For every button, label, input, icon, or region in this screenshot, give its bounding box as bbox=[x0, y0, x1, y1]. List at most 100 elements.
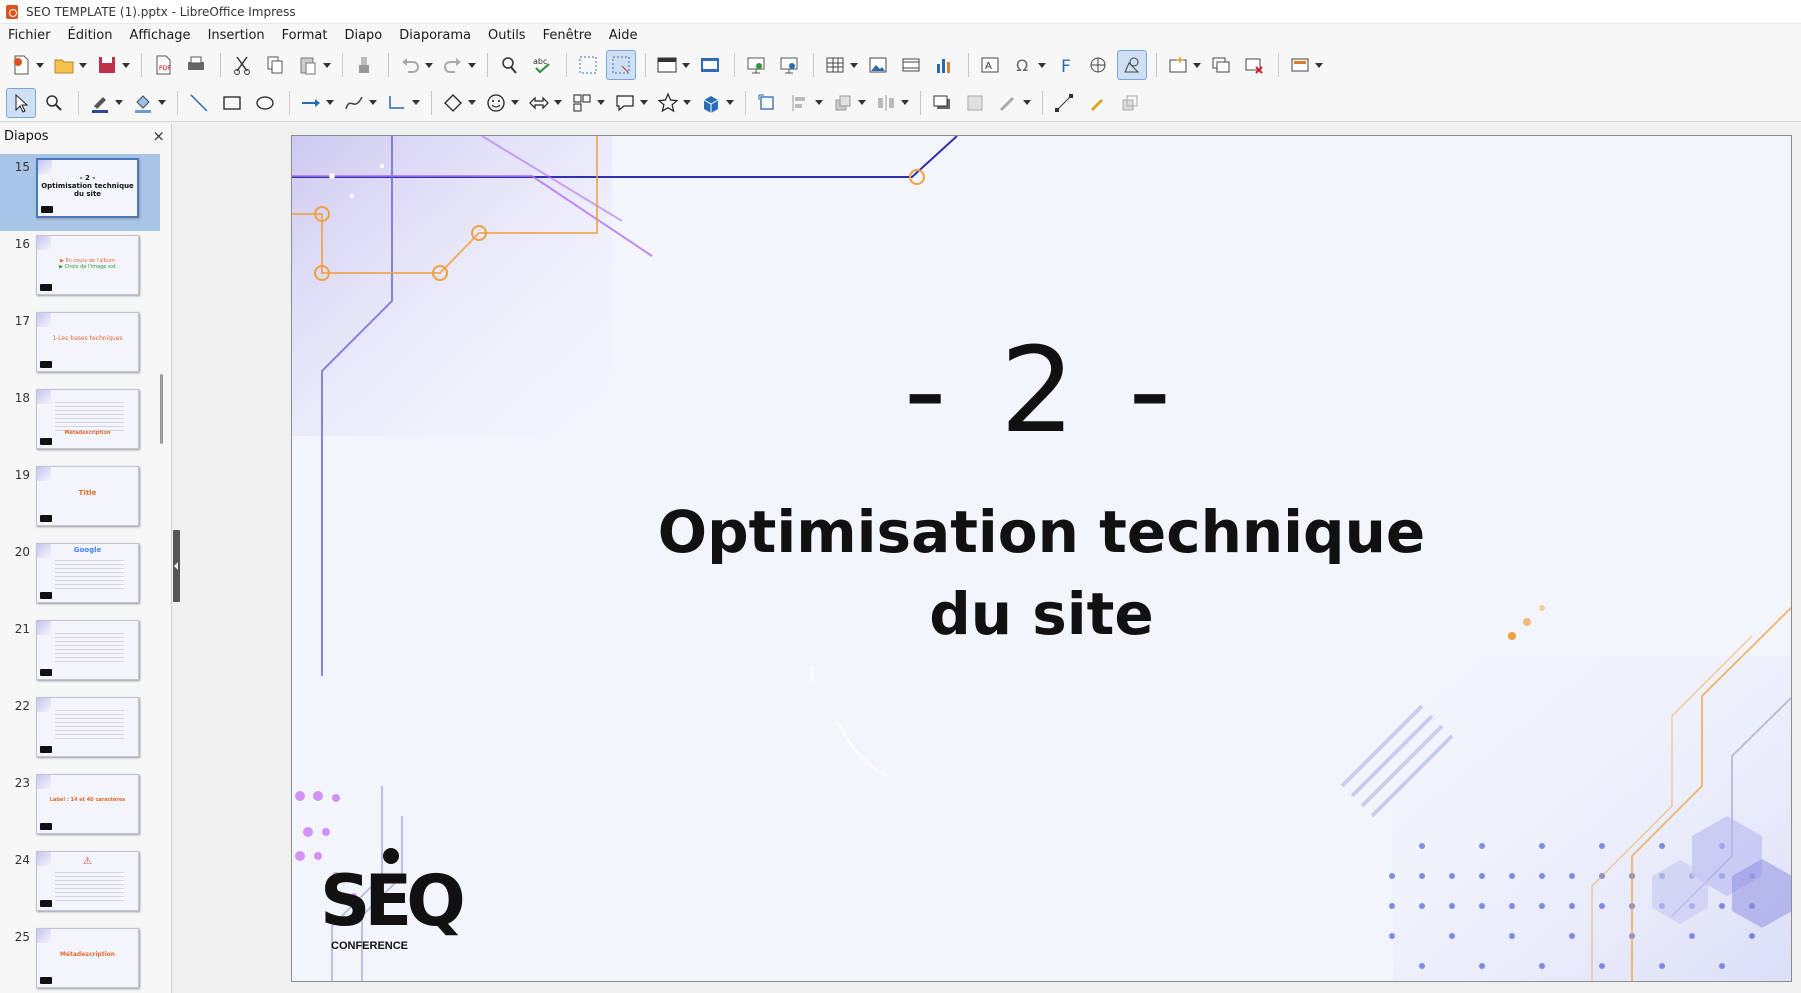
flowchart-dropdown[interactable] bbox=[596, 88, 606, 118]
symbol-shapes-smiley-icon[interactable] bbox=[481, 88, 511, 118]
new-document-dropdown[interactable] bbox=[35, 50, 45, 80]
slide-title[interactable]: Optimisation technique du site bbox=[292, 491, 1791, 655]
new-slide-dropdown[interactable] bbox=[1192, 50, 1202, 80]
arrange-dropdown[interactable] bbox=[857, 88, 867, 118]
lines-arrows-icon[interactable] bbox=[296, 88, 326, 118]
fill-color-icon[interactable] bbox=[128, 88, 158, 118]
insert-line-icon[interactable] bbox=[184, 88, 214, 118]
spelling-icon[interactable]: abc bbox=[527, 50, 557, 80]
close-icon[interactable]: × bbox=[152, 127, 165, 145]
menu-edition[interactable]: Édition bbox=[68, 28, 113, 43]
fontwork-icon[interactable]: F bbox=[1051, 50, 1081, 80]
menu-fenetre[interactable]: Fenêtre bbox=[543, 28, 592, 43]
line-color-dropdown[interactable] bbox=[114, 88, 124, 118]
curves-dropdown[interactable] bbox=[368, 88, 378, 118]
new-document-icon[interactable] bbox=[6, 50, 36, 80]
insert-table-dropdown[interactable] bbox=[849, 50, 859, 80]
align-dropdown[interactable] bbox=[814, 88, 824, 118]
symbol-shapes-dropdown[interactable] bbox=[510, 88, 520, 118]
rectangle-icon[interactable] bbox=[217, 88, 247, 118]
slide-thumbnail-16[interactable]: 16 ▶ En cours de l'album ▶ Choix de l'ima… bbox=[0, 231, 160, 308]
block-arrows-icon[interactable] bbox=[524, 88, 554, 118]
toggle-extrusion-icon[interactable] bbox=[1115, 88, 1145, 118]
connectors-icon[interactable] bbox=[382, 88, 412, 118]
3d-objects-icon[interactable] bbox=[696, 88, 726, 118]
slide-canvas[interactable]: - 2 - Optimisation technique du site SEQ… bbox=[291, 135, 1792, 982]
line-color-icon[interactable] bbox=[85, 88, 115, 118]
rotate-icon[interactable] bbox=[752, 88, 782, 118]
fill-color-dropdown[interactable] bbox=[157, 88, 167, 118]
save-icon[interactable] bbox=[92, 50, 122, 80]
points-edit-icon[interactable] bbox=[1049, 88, 1079, 118]
ellipse-icon[interactable] bbox=[250, 88, 280, 118]
menu-affichage[interactable]: Affichage bbox=[129, 28, 190, 43]
export-pdf-icon[interactable]: PDF bbox=[148, 50, 178, 80]
insert-textbox-icon[interactable]: A bbox=[975, 50, 1005, 80]
shadow-icon[interactable] bbox=[927, 88, 957, 118]
open-folder-icon[interactable] bbox=[49, 50, 79, 80]
hyperlink-icon[interactable] bbox=[1084, 50, 1114, 80]
undo-icon[interactable] bbox=[395, 50, 425, 80]
slide-layout-icon[interactable] bbox=[1285, 50, 1315, 80]
slide-thumbnail-23[interactable]: 23 Label : 14 et 40 caractères bbox=[0, 770, 160, 847]
basic-shapes-dropdown[interactable] bbox=[467, 88, 477, 118]
slide-thumbnail-18[interactable]: 18 Métadescription bbox=[0, 385, 160, 462]
undo-dropdown[interactable] bbox=[424, 50, 434, 80]
insert-image-icon[interactable] bbox=[863, 50, 893, 80]
duplicate-slide-icon[interactable] bbox=[1206, 50, 1236, 80]
block-arrows-dropdown[interactable] bbox=[553, 88, 563, 118]
menu-insertion[interactable]: Insertion bbox=[208, 28, 265, 43]
slide-thumbnail-15[interactable]: 15 - 2 - Optimisation technique du site bbox=[0, 154, 160, 231]
stars-banners-icon[interactable] bbox=[653, 88, 683, 118]
clone-formatting-icon[interactable] bbox=[349, 50, 379, 80]
special-character-dropdown[interactable] bbox=[1037, 50, 1047, 80]
redo-icon[interactable] bbox=[438, 50, 468, 80]
menu-diaporama[interactable]: Diaporama bbox=[399, 28, 471, 43]
curves-polygons-icon[interactable] bbox=[339, 88, 369, 118]
menu-aide[interactable]: Aide bbox=[609, 28, 638, 43]
slide-thumbnail-20[interactable]: 20 Google bbox=[0, 539, 160, 616]
seo-conference-logo[interactable]: SEQ CONFERENCE bbox=[320, 846, 506, 956]
redo-dropdown[interactable] bbox=[467, 50, 477, 80]
new-slide-icon[interactable] bbox=[1163, 50, 1193, 80]
align-objects-icon[interactable] bbox=[785, 88, 815, 118]
slide-thumbnail-24[interactable]: 24 ⚠ bbox=[0, 847, 160, 924]
slide-layout-dropdown[interactable] bbox=[1314, 50, 1324, 80]
save-dropdown[interactable] bbox=[121, 50, 131, 80]
slide-thumbnail-19[interactable]: 19 Title bbox=[0, 462, 160, 539]
callout-shapes-icon[interactable] bbox=[610, 88, 640, 118]
basic-shapes-diamond-icon[interactable] bbox=[438, 88, 468, 118]
helplines-icon[interactable] bbox=[606, 50, 636, 80]
menu-format[interactable]: Format bbox=[282, 28, 328, 43]
paste-icon[interactable] bbox=[293, 50, 323, 80]
callout-shapes-dropdown[interactable] bbox=[639, 88, 649, 118]
insert-media-icon[interactable] bbox=[896, 50, 926, 80]
show-draw-functions-icon[interactable] bbox=[1117, 50, 1147, 80]
open-dropdown[interactable] bbox=[78, 50, 88, 80]
crop-image-icon[interactable] bbox=[960, 88, 990, 118]
slide-section-number[interactable]: - 2 - bbox=[292, 321, 1791, 459]
glue-points-icon[interactable] bbox=[1082, 88, 1112, 118]
display-grid-icon[interactable] bbox=[573, 50, 603, 80]
slide-thumbnail-21[interactable]: 21 bbox=[0, 616, 160, 693]
slide-thumbnail-25[interactable]: 25 Métadescription bbox=[0, 924, 160, 993]
menu-diapo[interactable]: Diapo bbox=[344, 28, 382, 43]
slide-thumbnail-22[interactable]: 22 bbox=[0, 693, 160, 770]
arrange-icon[interactable] bbox=[828, 88, 858, 118]
start-first-slide-icon[interactable] bbox=[741, 50, 771, 80]
distribute-icon[interactable] bbox=[871, 88, 901, 118]
lines-arrows-dropdown[interactable] bbox=[325, 88, 335, 118]
filter-icon[interactable] bbox=[993, 88, 1023, 118]
stars-dropdown[interactable] bbox=[682, 88, 692, 118]
display-views-dropdown[interactable] bbox=[681, 50, 691, 80]
find-replace-icon[interactable] bbox=[494, 50, 524, 80]
cut-icon[interactable] bbox=[227, 50, 257, 80]
slide-thumbnail-17[interactable]: 17 1-Les bases techniques bbox=[0, 308, 160, 385]
flowchart-icon[interactable] bbox=[567, 88, 597, 118]
menu-fichier[interactable]: Fichier bbox=[8, 28, 51, 43]
slides-scrollbar[interactable] bbox=[160, 374, 163, 444]
display-views-icon[interactable] bbox=[652, 50, 682, 80]
paste-dropdown[interactable] bbox=[322, 50, 332, 80]
distribute-dropdown[interactable] bbox=[900, 88, 910, 118]
copy-icon[interactable] bbox=[260, 50, 290, 80]
